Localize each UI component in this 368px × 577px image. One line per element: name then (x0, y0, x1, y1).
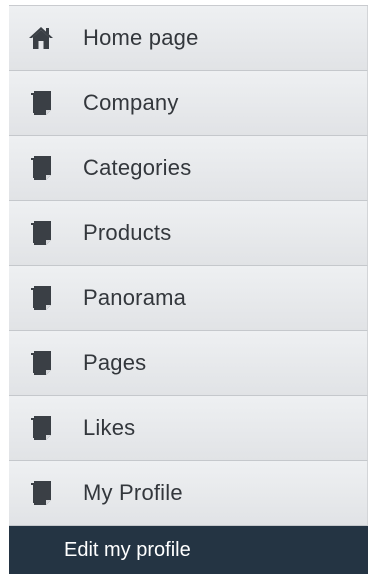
page-icon (27, 414, 55, 442)
menu-item-categories[interactable]: Categories (9, 136, 368, 201)
page-icon (27, 219, 55, 247)
page-icon (27, 154, 55, 182)
menu-item-label: Products (83, 220, 172, 245)
sidebar-menu: Home page Company Categories Products Pa… (9, 5, 368, 574)
submenu-item-edit-my-profile[interactable]: Edit my profile (9, 526, 368, 574)
submenu-item-label: Edit my profile (64, 538, 191, 561)
menu-item-label: Likes (83, 415, 136, 440)
page-icon (27, 284, 55, 312)
menu-item-my-profile[interactable]: My Profile (9, 461, 368, 526)
menu-item-label: Categories (83, 155, 192, 180)
menu-item-likes[interactable]: Likes (9, 396, 368, 461)
menu-item-label: Company (83, 90, 179, 115)
page-icon (27, 349, 55, 377)
menu-item-label: Panorama (83, 285, 187, 310)
menu-item-home-page[interactable]: Home page (9, 6, 368, 71)
menu-item-label: Home page (83, 25, 199, 50)
menu-item-products[interactable]: Products (9, 201, 368, 266)
menu-item-label: My Profile (83, 480, 183, 505)
menu-item-pages[interactable]: Pages (9, 331, 368, 396)
menu-item-panorama[interactable]: Panorama (9, 266, 368, 331)
home-icon (27, 24, 55, 52)
menu-item-label: Pages (83, 350, 147, 375)
menu-item-company[interactable]: Company (9, 71, 368, 136)
page-icon (27, 89, 55, 117)
page-icon (27, 479, 55, 507)
